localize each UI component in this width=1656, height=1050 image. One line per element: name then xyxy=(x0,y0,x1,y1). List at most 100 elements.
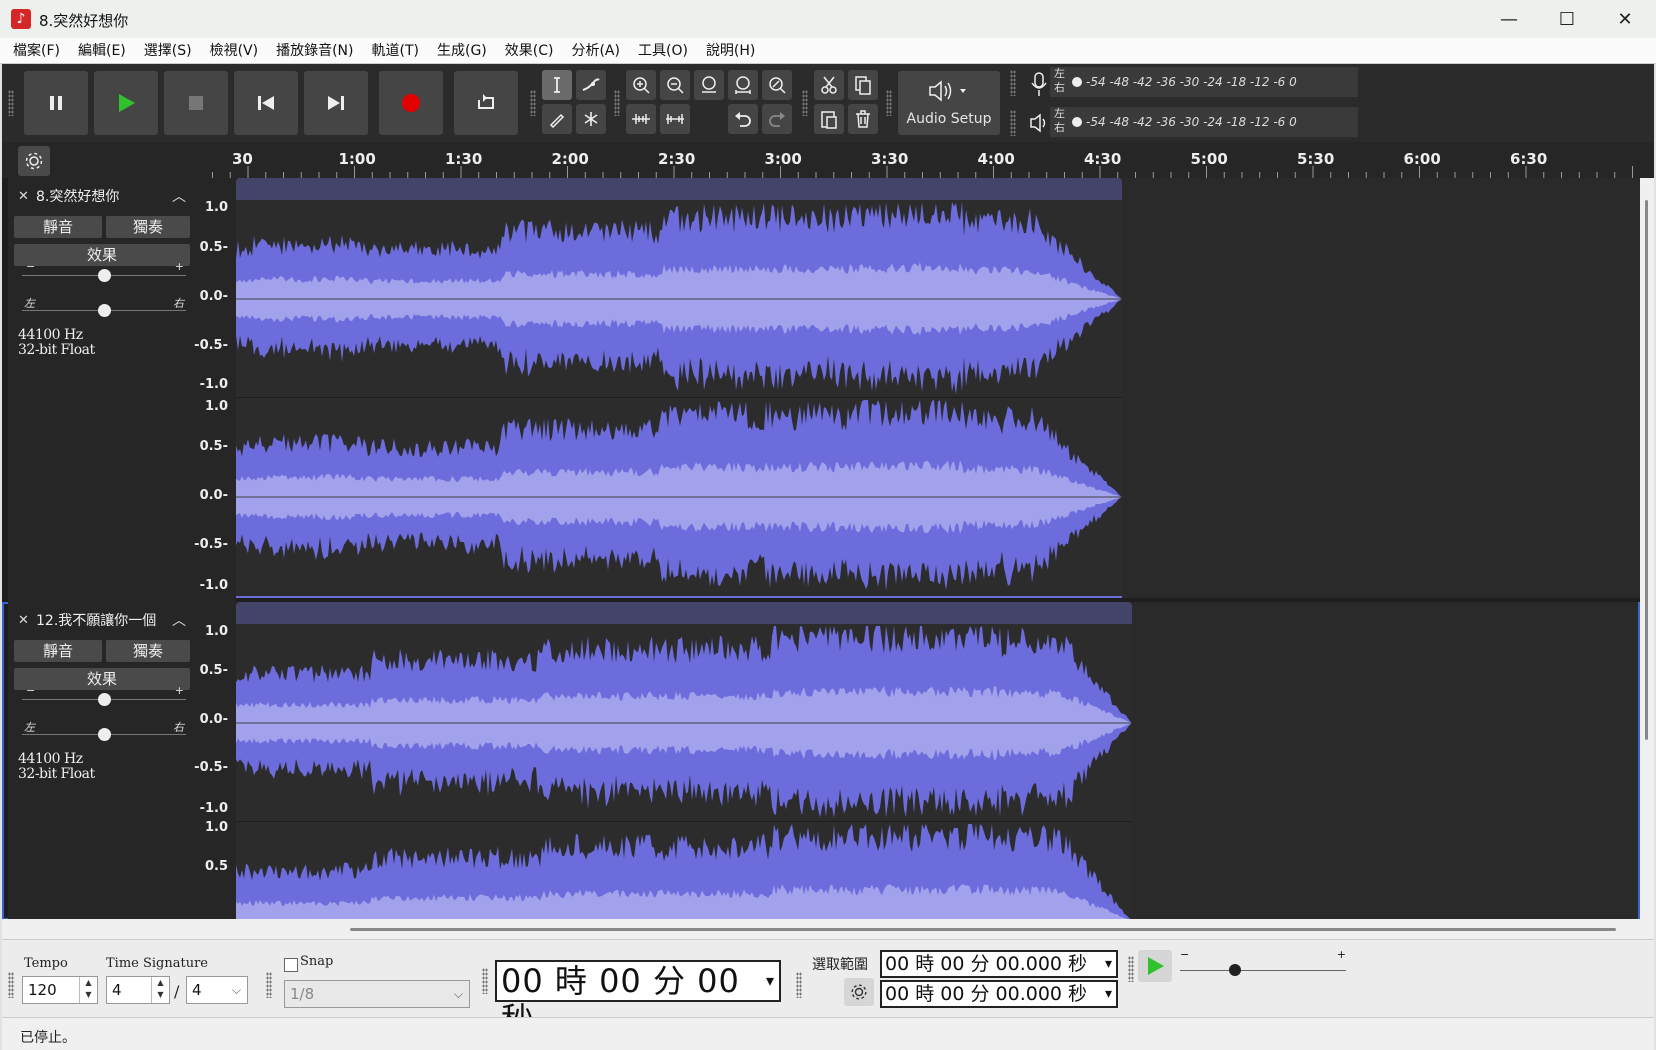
pan-slider[interactable]: 左 右 xyxy=(22,721,186,743)
fit-project-button[interactable] xyxy=(728,70,758,100)
cut-button[interactable] xyxy=(814,70,844,100)
menu-edit[interactable]: 編輯(E) xyxy=(69,38,135,64)
mute-button[interactable]: 靜音 xyxy=(14,640,102,662)
menu-generate[interactable]: 生成(G) xyxy=(428,38,496,64)
effects-button[interactable]: 效果 xyxy=(14,668,190,690)
stop-button[interactable] xyxy=(164,71,228,135)
audio-setup-grip[interactable] xyxy=(886,90,892,116)
cutcopy-grip[interactable] xyxy=(802,90,808,116)
solo-button[interactable]: 獨奏 xyxy=(106,640,190,662)
play-meter-grip[interactable] xyxy=(1010,110,1016,136)
recording-meter-knob[interactable] xyxy=(1072,77,1082,87)
menu-help[interactable]: 說明(H) xyxy=(697,38,764,64)
audio-clip[interactable]: 12.我不願讓你一個人 ··· xyxy=(236,602,1132,919)
maximize-button[interactable]: ☐ xyxy=(1538,0,1596,38)
pan-slider[interactable]: 左 右 xyxy=(22,297,186,319)
waveform[interactable] xyxy=(236,200,1122,598)
fit-selection-button[interactable] xyxy=(694,70,724,100)
clip-menu-icon[interactable]: ··· xyxy=(1090,178,1108,195)
selection-end-time[interactable]: 00 時 00 分 00.000 秒 ▾ xyxy=(880,980,1118,1008)
gain-slider[interactable]: − + xyxy=(22,684,186,708)
horizontal-scrollbar[interactable] xyxy=(2,919,1654,939)
toolbar-grip[interactable] xyxy=(8,90,14,116)
menu-select[interactable]: 選擇(S) xyxy=(135,38,201,64)
time-grip[interactable] xyxy=(482,968,488,994)
redo-button[interactable] xyxy=(762,104,792,134)
selection-options-button[interactable] xyxy=(844,978,874,1006)
playback-meter-knob[interactable] xyxy=(1072,117,1082,127)
skip-to-start-button[interactable] xyxy=(234,71,298,135)
time-sig-denominator[interactable]: 4 ⌵ xyxy=(186,976,248,1004)
clip-name[interactable]: 12.我不願讓你一個人 xyxy=(242,603,376,623)
time-sig-grip[interactable] xyxy=(8,972,14,998)
clip-name[interactable]: 8.突然好想你 xyxy=(242,179,325,199)
tempo-stepper[interactable]: ▲ ▼ xyxy=(79,977,97,1003)
undo-button[interactable] xyxy=(728,104,758,134)
effects-button[interactable]: 效果 xyxy=(14,244,190,266)
multi-tool[interactable] xyxy=(576,104,606,134)
minimize-button[interactable]: — xyxy=(1480,0,1538,38)
track-name-bar[interactable]: ✕ 12.我不願讓你一個 ︿ xyxy=(14,610,188,632)
menu-transport[interactable]: 播放錄音(N) xyxy=(267,38,362,64)
tools-grip[interactable] xyxy=(530,90,536,116)
track-name-bar[interactable]: ✕ 8.突然好想你 ︿ xyxy=(14,186,188,208)
menu-analyze[interactable]: 分析(A) xyxy=(562,38,629,64)
playback-meter[interactable]: 左右 -54 -48 -42 -36 -30 -24 -18 -12 -6 0 xyxy=(1050,107,1358,137)
play-at-speed-grip[interactable] xyxy=(1128,956,1134,982)
track-name[interactable]: 8.突然好想你 xyxy=(36,186,166,208)
record-button[interactable] xyxy=(379,71,443,135)
menu-tools[interactable]: 工具(O) xyxy=(629,38,697,64)
tempo-input[interactable]: 120 ▲ ▼ xyxy=(22,976,98,1004)
menu-effect[interactable]: 效果(C) xyxy=(496,38,563,64)
gain-slider[interactable]: − + xyxy=(22,260,186,284)
snap-grip[interactable] xyxy=(266,972,272,998)
silence-selection-button[interactable] xyxy=(660,104,690,134)
vertical-scale[interactable]: 1.0 0.5- 0.0- -0.5- -1.0 1.0 0.5 xyxy=(194,602,236,919)
draw-tool[interactable] xyxy=(542,104,572,134)
gain-slider-knob[interactable] xyxy=(97,693,111,706)
tracks-area[interactable]: ✕ 8.突然好想你 ︿ 靜音 獨奏 效果 − + 左 右 44100 Hz 32… xyxy=(2,178,1640,919)
vertical-scrollbar[interactable] xyxy=(1640,178,1654,919)
speed-slider-knob[interactable] xyxy=(1229,964,1242,976)
numerator-stepper[interactable]: ▲ ▼ xyxy=(151,977,169,1003)
clip-menu-icon[interactable]: ··· xyxy=(1100,602,1118,619)
selection-tool[interactable] xyxy=(542,70,572,100)
selection-start-time[interactable]: 00 時 00 分 00.000 秒 ▾ xyxy=(880,950,1118,978)
skip-to-end-button[interactable] xyxy=(304,71,368,135)
menu-file[interactable]: 檔案(F) xyxy=(4,38,69,64)
audio-setup-button[interactable]: Audio Setup xyxy=(898,71,1000,135)
close-track-icon[interactable]: ✕ xyxy=(18,610,29,632)
selection-grip[interactable] xyxy=(796,972,802,998)
pan-slider-knob[interactable] xyxy=(97,304,111,317)
snap-to-select[interactable]: 1/8 ⌵ xyxy=(284,980,470,1008)
copy-button[interactable] xyxy=(848,70,878,100)
play-at-speed-button[interactable] xyxy=(1138,950,1172,982)
edit-grip[interactable] xyxy=(614,90,620,116)
play-button[interactable] xyxy=(94,71,158,135)
vertical-scale[interactable]: 1.0 0.5- 0.0- -0.5- -1.0 1.0 0.5- 0.0- -… xyxy=(194,178,236,626)
paste-button[interactable] xyxy=(814,104,844,134)
vertical-scroll-thumb[interactable] xyxy=(1645,200,1648,740)
loop-button[interactable] xyxy=(454,71,518,135)
timeline-options-button[interactable] xyxy=(18,146,50,176)
solo-button[interactable]: 獨奏 xyxy=(106,216,190,238)
recording-meter[interactable]: 左右 -54 -48 -42 -36 -30 -24 -18 -12 -6 0 xyxy=(1050,67,1358,97)
waveform[interactable] xyxy=(236,624,1132,919)
trim-outside-button[interactable] xyxy=(626,104,656,134)
collapse-track-icon[interactable]: ︿ xyxy=(172,610,186,632)
audio-track[interactable]: ✕ 8.突然好想你 ︿ 靜音 獨奏 效果 − + 左 右 44100 Hz 32… xyxy=(2,178,1640,626)
audio-track-selected[interactable]: ✕ 12.我不願讓你一個 ︿ 靜音 獨奏 效果 − + 左 右 44100 Hz… xyxy=(2,602,1640,919)
play-speed-slider[interactable]: − + xyxy=(1178,948,1348,982)
menu-view[interactable]: 檢視(V) xyxy=(201,38,268,64)
gain-slider-knob[interactable] xyxy=(97,269,111,282)
zoom-in-button[interactable] xyxy=(626,70,656,100)
timeline-ruler[interactable]: 30 1:00 1:30 2:00 2:30 3:00 3:30 4:00 4:30 5:00 5:… xyxy=(2,142,1654,178)
time-display[interactable]: 00 時 00 分 00 秒 ▾ xyxy=(495,960,781,1038)
pan-slider-knob[interactable] xyxy=(97,728,111,741)
zoom-out-button[interactable] xyxy=(660,70,690,100)
zoom-toggle-button[interactable] xyxy=(762,70,792,100)
horizontal-scroll-thumb[interactable] xyxy=(350,928,1616,931)
pause-button[interactable] xyxy=(24,71,88,135)
audio-clip[interactable]: 8.突然好想你 ··· xyxy=(236,178,1122,598)
time-sig-numerator[interactable]: 4 ▲ ▼ xyxy=(106,976,170,1004)
